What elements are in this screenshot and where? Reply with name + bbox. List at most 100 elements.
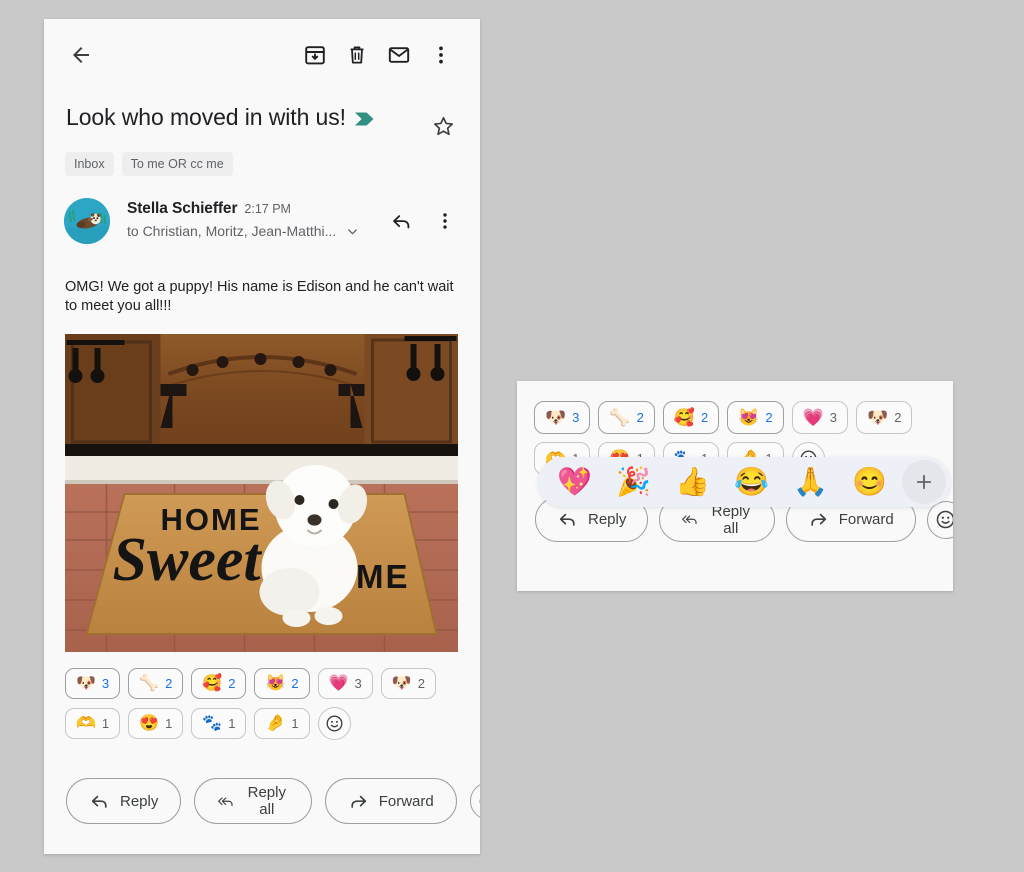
reaction-count: 2	[700, 410, 709, 425]
dog-face-icon: 🐶	[76, 674, 96, 692]
smiling-face-with-hearts-icon: 🥰	[202, 674, 223, 692]
picker-sparkling-heart[interactable]: 💖	[546, 459, 603, 505]
avatar[interactable]	[64, 198, 110, 244]
more-vert-icon	[443, 213, 447, 229]
add-reaction-smiley-icon	[936, 510, 953, 529]
label-chip-list: Inbox To me OR cc me	[44, 145, 480, 176]
dog-face-2-icon: 🐶	[391, 674, 412, 692]
reaction-count: 3	[829, 410, 838, 425]
reply-icon	[91, 795, 107, 808]
detail-reaction-chip-bone[interactable]: 🦴 2	[598, 401, 655, 434]
detail-reaction-row-1: 🐶 3 🦴 2 🥰 2 😻 2 💗 3 🐶 2	[534, 401, 953, 434]
footer-add-reaction-button[interactable]	[469, 782, 480, 820]
sender-name-line: Stella Schieffer 2:17 PM	[127, 200, 380, 218]
reaction-chip-dog-face[interactable]: 🐶 3	[65, 668, 121, 699]
label-chip-to-me[interactable]: To me OR cc me	[121, 152, 233, 176]
bone-icon: 🦴	[609, 408, 631, 427]
smiling-face-with-hearts-icon: 🥰	[673, 408, 695, 427]
reply-all-button[interactable]: Reply all	[194, 778, 312, 824]
svg-text:Sweet: Sweet	[113, 526, 263, 594]
sender-name: Stella Schieffer	[127, 200, 238, 217]
label-tag	[354, 103, 376, 135]
reaction-count: 3	[354, 676, 362, 691]
reply-all-label: Reply all	[247, 784, 286, 818]
cat-heart-eyes-icon: 😻	[738, 408, 760, 427]
forward-button[interactable]: Forward	[324, 778, 457, 824]
detail-reaction-chip-cat-heart-eyes[interactable]: 😻 2	[727, 401, 784, 434]
forward-label: Forward	[838, 511, 894, 528]
message-body: OMG! We got a puppy! His name is Edison …	[65, 279, 454, 314]
more-emojis-button[interactable]	[902, 460, 946, 504]
more-options-button[interactable]	[420, 34, 462, 76]
sender-actions	[380, 198, 466, 242]
arrow-back-icon	[73, 47, 89, 63]
message-more-button[interactable]	[424, 200, 466, 242]
reaction-count: 2	[417, 676, 425, 691]
growing-heart-icon: 💗	[802, 408, 824, 427]
heart-eyes-icon: 😍	[139, 714, 160, 732]
dog-face-icon: 🐶	[545, 408, 567, 427]
picker-smiling-face[interactable]: 😊	[841, 459, 898, 505]
detail-reaction-chip-dog-face-2[interactable]: 🐶 2	[856, 401, 913, 434]
picker-party-popper[interactable]: 🎉	[605, 459, 662, 505]
reaction-chip-paw-prints[interactable]: 🐾 1	[191, 708, 247, 739]
reaction-chip-cat-heart-eyes[interactable]: 😻 2	[254, 668, 310, 699]
reaction-count: 2	[165, 676, 173, 691]
label-chip-inbox[interactable]: Inbox	[65, 152, 114, 176]
reaction-count: 2	[291, 676, 299, 691]
star-outline-icon	[433, 116, 453, 135]
reaction-count: 3	[101, 676, 110, 691]
back-button[interactable]	[60, 34, 102, 76]
reply-icon	[559, 513, 575, 526]
reply-all-icon	[682, 515, 697, 525]
add-reaction-smiley-icon	[326, 715, 343, 732]
reaction-chips-area: 🐶 3 🦴 2 🥰 2 😻 2 💗 3 🐶 2 🫶 1 😍 1 🐾 1 🤌 1	[44, 652, 480, 740]
picker-folded-hands[interactable]: 🙏	[782, 459, 839, 505]
attached-photo[interactable]: HOME HOME Sweet	[65, 334, 458, 652]
trash-icon	[350, 46, 364, 64]
recipients-text: to Christian, Moritz, Jean-Matthi...	[127, 223, 337, 239]
mark-unread-button[interactable]	[378, 34, 420, 76]
reply-icon	[392, 214, 409, 228]
reaction-chip-growing-heart[interactable]: 💗 3	[317, 668, 373, 699]
forward-label: Forward	[378, 792, 434, 810]
sender-row: Stella Schieffer 2:17 PM to Christian, M…	[44, 176, 480, 244]
reply-all-icon	[218, 796, 233, 806]
picker-thumbs-up[interactable]: 👍	[664, 459, 721, 505]
star-button[interactable]	[424, 107, 462, 145]
message-reply-button[interactable]	[380, 200, 422, 242]
page-title: Look who moved in with us!	[66, 101, 424, 135]
plus-icon	[916, 474, 932, 490]
detail-reaction-chip-growing-heart[interactable]: 💗 3	[791, 401, 849, 434]
archive-button[interactable]	[294, 34, 336, 76]
bone-icon: 🦴	[139, 674, 160, 692]
label-chevron-icon	[354, 112, 374, 126]
reaction-chip-smiling-face-with-hearts[interactable]: 🥰 2	[191, 668, 247, 699]
pinched-fingers-icon: 🤌	[265, 714, 286, 732]
archive-icon	[305, 46, 325, 65]
reply-button[interactable]: Reply	[66, 778, 182, 824]
reaction-chip-heart-eyes[interactable]: 😍 1	[128, 708, 184, 739]
forward-icon	[351, 795, 366, 808]
picker-face-with-tears-of-joy[interactable]: 😂	[723, 459, 780, 505]
sender-info: Stella Schieffer 2:17 PM to Christian, M…	[110, 198, 380, 239]
email-detail-panel: Look who moved in with us! Inbox To me O…	[44, 19, 480, 854]
reaction-picker-detail-panel: 🐶 3 🦴 2 🥰 2 😻 2 💗 3 🐶 2 💖 🎉 👍 😂 🙏 😊 Repl…	[517, 381, 953, 591]
reaction-chip-heart-hands[interactable]: 🫶 1	[65, 708, 121, 739]
reply-label: Reply	[120, 792, 159, 810]
chevron-down-icon[interactable]	[345, 224, 360, 239]
delete-button[interactable]	[336, 34, 378, 76]
reaction-chip-dog-face-2[interactable]: 🐶 2	[380, 668, 436, 699]
reaction-chip-pinched-fingers[interactable]: 🤌 1	[254, 708, 310, 739]
detail-reaction-chip-smiling-face-with-hearts[interactable]: 🥰 2	[662, 401, 720, 434]
message-actions: Reply Reply all Forward	[44, 748, 480, 824]
reaction-count: 1	[228, 716, 236, 731]
subject-text: Look who moved in with us!	[66, 104, 346, 130]
add-reaction-button[interactable]	[317, 707, 351, 740]
recipients-line[interactable]: to Christian, Moritz, Jean-Matthi...	[127, 223, 380, 239]
detail-reaction-chip-dog-face[interactable]: 🐶 3	[534, 401, 591, 434]
envelope-icon	[388, 47, 410, 63]
reaction-chip-bone[interactable]: 🦴 2	[128, 668, 184, 699]
reaction-count: 2	[636, 410, 644, 425]
dog-face-2-icon: 🐶	[867, 408, 889, 427]
